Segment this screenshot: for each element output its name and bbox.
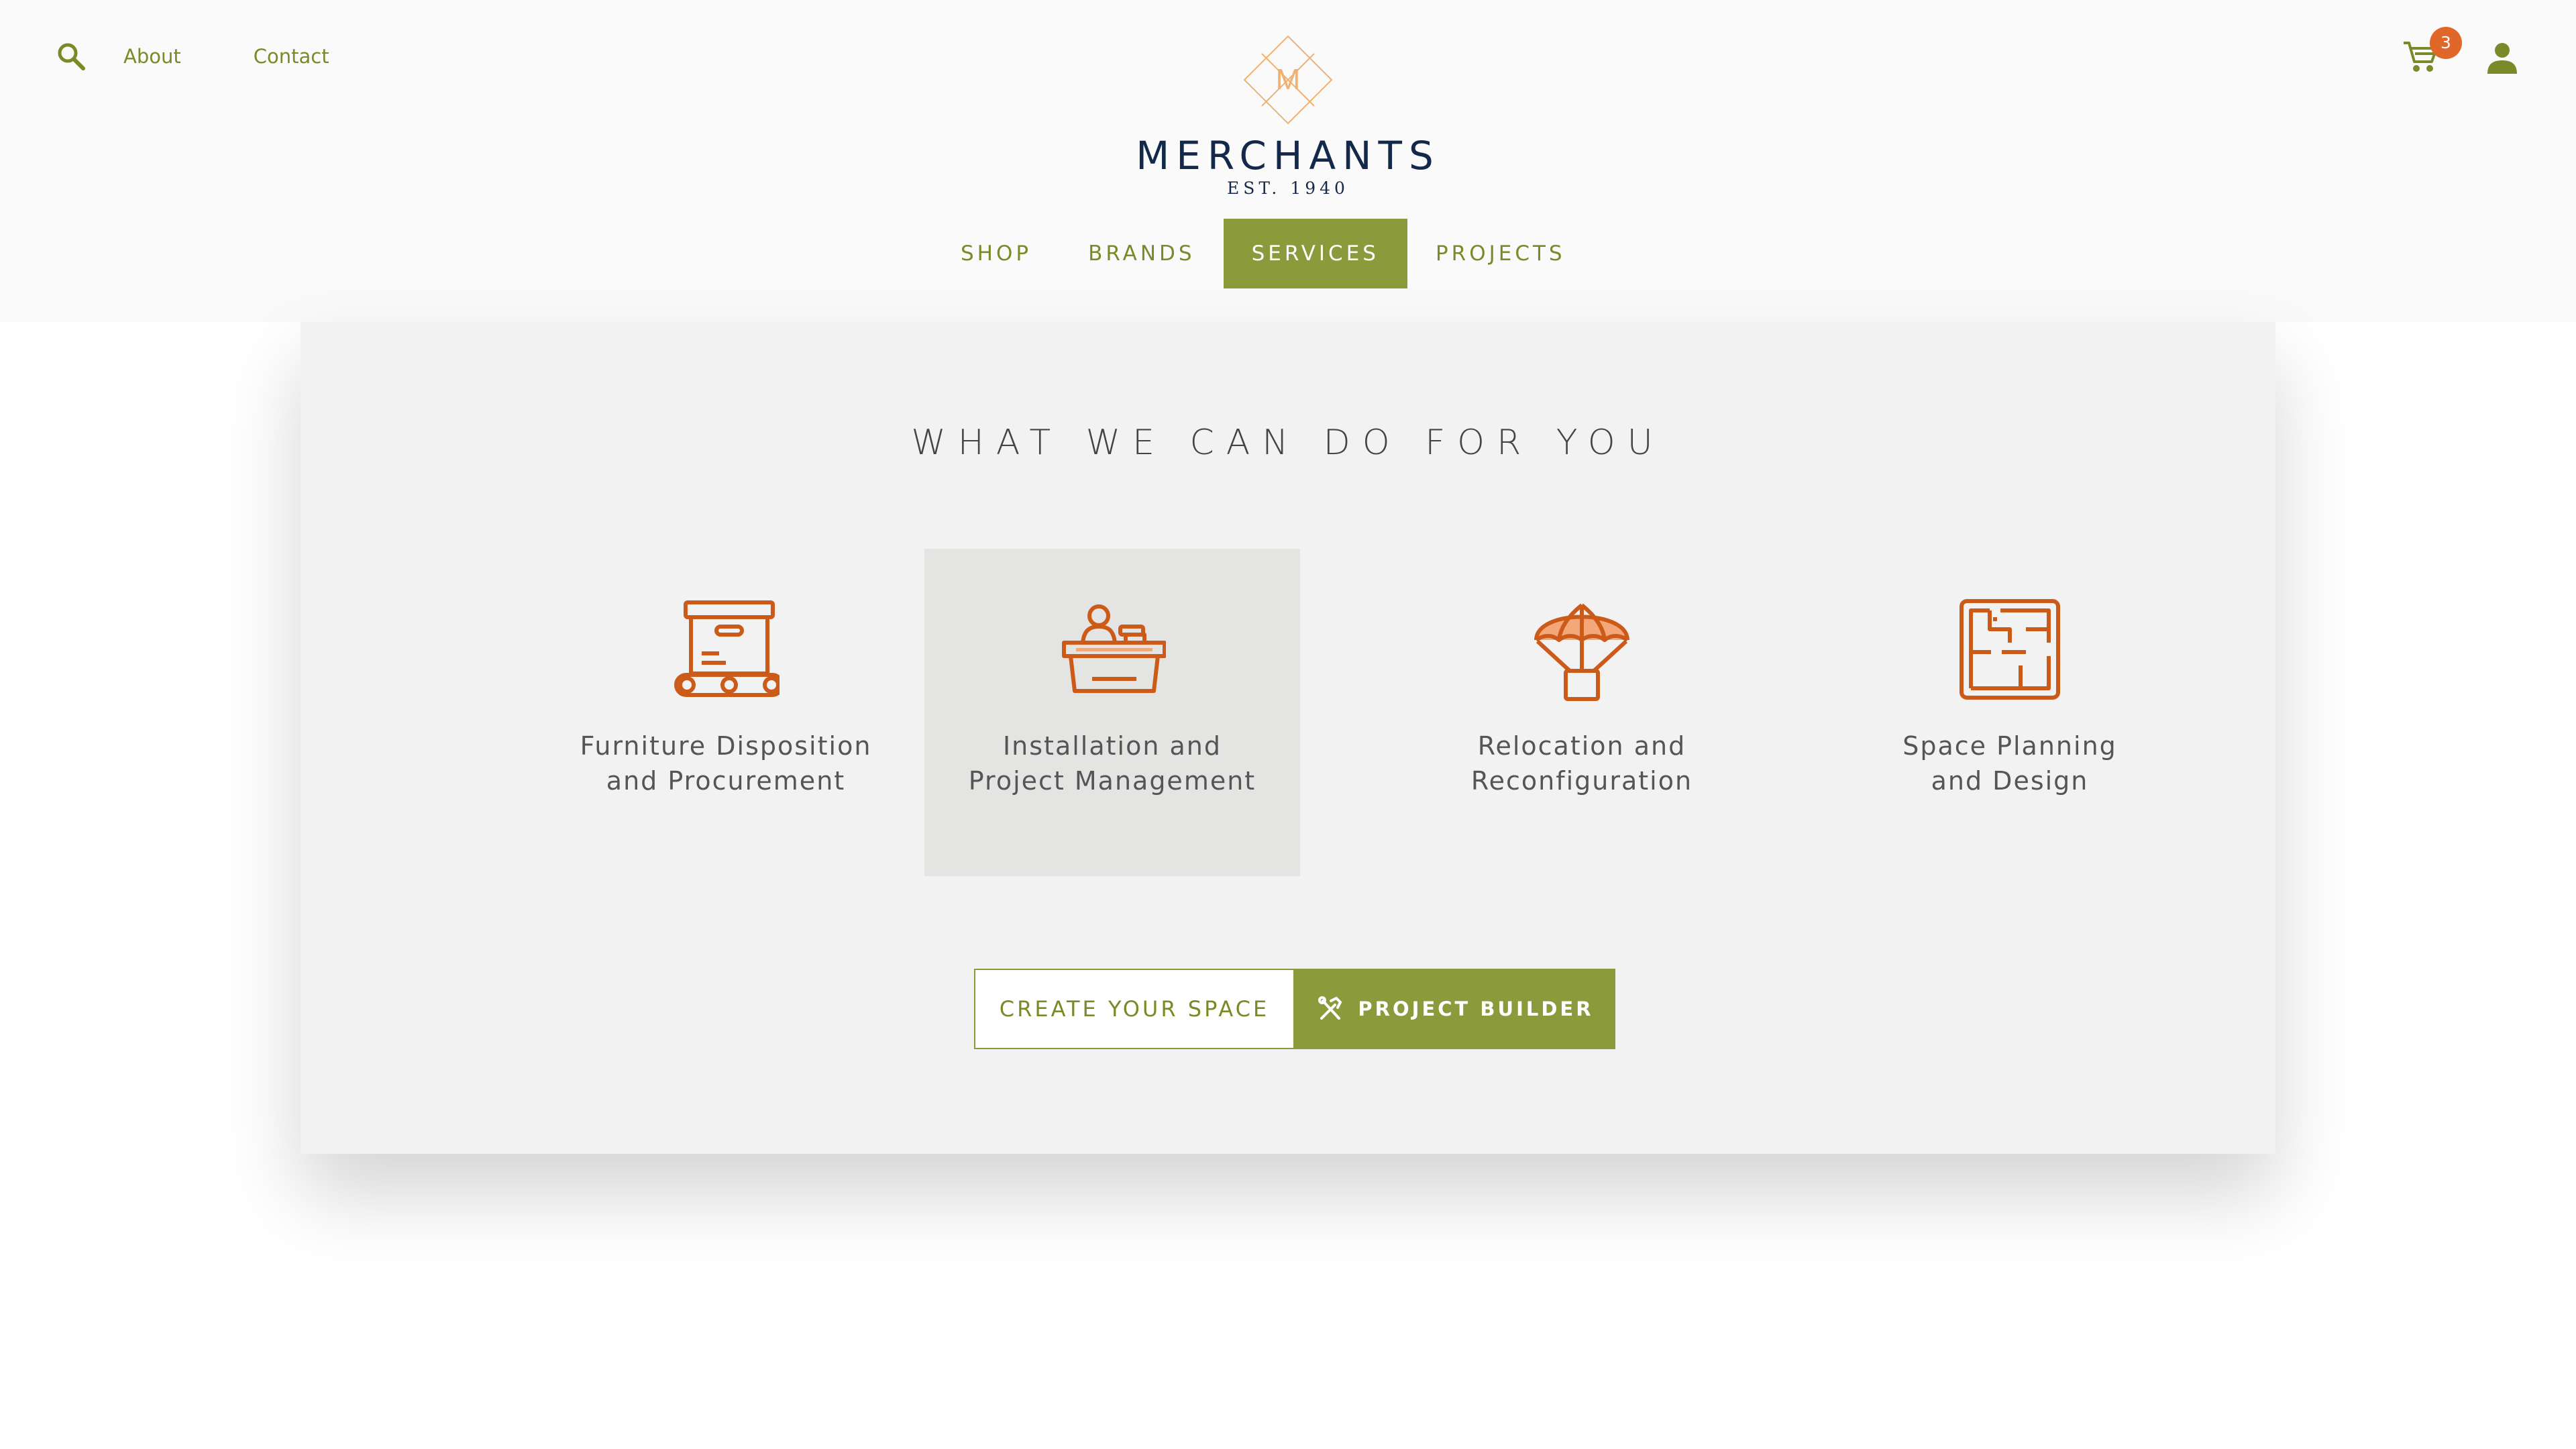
- parachute-box-icon: [1534, 603, 1629, 701]
- service-label-line: Space Planning: [1902, 731, 2117, 761]
- cart-count-badge: 3: [2430, 27, 2462, 59]
- site-header: About Contact M MERCHANTS EST. 1940 3 SH…: [0, 0, 2576, 322]
- service-label-line: and Procurement: [606, 766, 846, 796]
- user-icon[interactable]: [2485, 40, 2520, 75]
- service-label: Space Planning and Design: [1822, 729, 2198, 798]
- service-label: Furniture Disposition and Procurement: [538, 729, 914, 798]
- about-link[interactable]: About: [123, 45, 181, 68]
- service-furniture-disposition[interactable]: Furniture Disposition and Procurement: [538, 549, 914, 876]
- service-label-line: Installation and: [1002, 731, 1222, 761]
- main-nav: SHOP BRANDS SERVICES PROJECTS: [932, 219, 1594, 288]
- nav-projects[interactable]: PROJECTS: [1407, 219, 1594, 288]
- project-builder-label: PROJECT BUILDER: [1358, 998, 1594, 1020]
- service-label-line: Reconfiguration: [1470, 766, 1693, 796]
- service-label-line: Project Management: [968, 766, 1256, 796]
- top-left-links: About Contact: [55, 39, 329, 74]
- nav-services[interactable]: SERVICES: [1223, 219, 1407, 288]
- service-label-line: and Design: [1931, 766, 2089, 796]
- conveyor-box-icon: [674, 600, 780, 697]
- nav-brands[interactable]: BRANDS: [1060, 219, 1224, 288]
- account-area: 3: [2402, 27, 2529, 80]
- cta-button-group: CREATE YOUR SPACE PROJECT BUILDER: [974, 969, 1615, 1049]
- service-label-line: Furniture Disposition: [580, 731, 872, 761]
- logo-wordmark: MERCHANTS: [1136, 133, 1440, 178]
- service-label-line: Relocation and: [1477, 731, 1686, 761]
- search-icon[interactable]: [55, 40, 87, 72]
- floor-plan-icon: [1960, 599, 2060, 700]
- service-label: Installation and Project Management: [924, 729, 1300, 798]
- logo-mark-letter: M: [1276, 63, 1301, 96]
- service-relocation[interactable]: Relocation and Reconfiguration: [1394, 549, 1770, 876]
- nav-shop[interactable]: SHOP: [932, 219, 1060, 288]
- logo-established: EST. 1940: [1227, 178, 1349, 198]
- logo-diamond-mark: M: [1243, 35, 1333, 125]
- service-space-planning[interactable]: Space Planning and Design: [1822, 549, 2198, 876]
- project-builder-button[interactable]: PROJECT BUILDER: [1295, 969, 1615, 1049]
- create-your-space-button[interactable]: CREATE YOUR SPACE: [974, 969, 1295, 1049]
- service-label: Relocation and Reconfiguration: [1394, 729, 1770, 798]
- service-installation[interactable]: Installation and Project Management: [924, 549, 1300, 876]
- section-title: WHAT WE CAN DO FOR YOU: [911, 423, 1665, 463]
- contact-link[interactable]: Contact: [254, 45, 329, 68]
- services-panel: WHAT WE CAN DO FOR YOU Furniture Disposi…: [301, 322, 2275, 1154]
- reception-desk-icon: [1062, 604, 1166, 693]
- tools-icon: [1318, 996, 1342, 1020]
- merchants-logo[interactable]: M MERCHANTS EST. 1940: [1127, 31, 1449, 203]
